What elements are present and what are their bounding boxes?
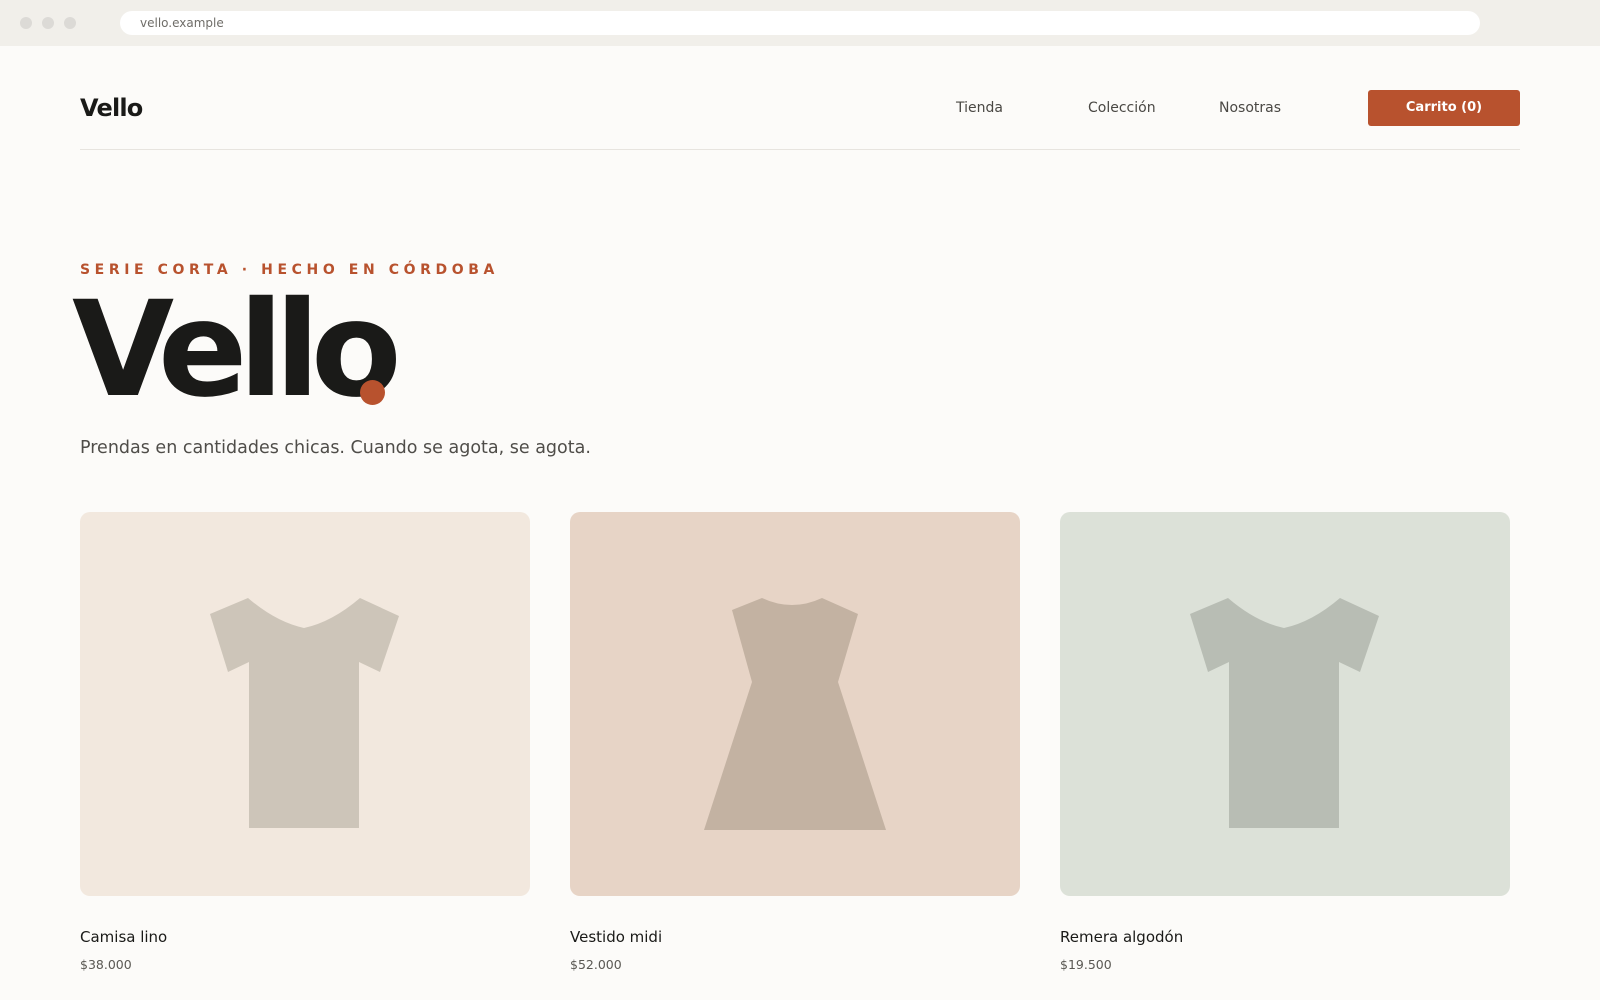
- window-maximize-dot[interactable]: [64, 17, 76, 29]
- product-card[interactable]: Vestido midi $52.000: [570, 512, 1020, 972]
- hero-title: Vello: [72, 273, 402, 427]
- hero-tagline: Prendas en cantidades chicas. Cuando se …: [80, 438, 591, 458]
- product-name[interactable]: Vestido midi: [570, 928, 662, 946]
- cart-button[interactable]: Carrito (0): [1368, 90, 1520, 126]
- product-price: $19.500: [1060, 957, 1112, 972]
- product-image[interactable]: [1060, 512, 1510, 896]
- dress-icon: [704, 598, 886, 830]
- product-image[interactable]: [80, 512, 530, 896]
- nav-link-coleccion[interactable]: Colección: [1088, 100, 1156, 116]
- product-name[interactable]: Camisa lino: [80, 928, 167, 946]
- address-bar[interactable]: vello.example: [120, 11, 1480, 35]
- product-image[interactable]: [570, 512, 1020, 896]
- tshirt-icon: [1190, 598, 1379, 828]
- nav-link-nosotras[interactable]: Nosotras: [1219, 100, 1281, 116]
- nav-link-tienda[interactable]: Tienda: [956, 100, 1003, 116]
- site-header: Vello Tienda Colección Nosotras Carrito …: [80, 88, 1520, 150]
- window-minimize-dot[interactable]: [42, 17, 54, 29]
- hero-accent-dot: [360, 380, 385, 405]
- shirt-icon: [210, 598, 399, 828]
- browser-chrome: vello.example: [0, 0, 1600, 46]
- window-close-dot[interactable]: [20, 17, 32, 29]
- product-price: $52.000: [570, 957, 622, 972]
- product-card[interactable]: Camisa lino $38.000: [80, 512, 530, 972]
- site-logo[interactable]: Vello: [80, 94, 143, 122]
- product-name[interactable]: Remera algodón: [1060, 928, 1183, 946]
- product-price: $38.000: [80, 957, 132, 972]
- product-card[interactable]: Remera algodón $19.500: [1060, 512, 1510, 972]
